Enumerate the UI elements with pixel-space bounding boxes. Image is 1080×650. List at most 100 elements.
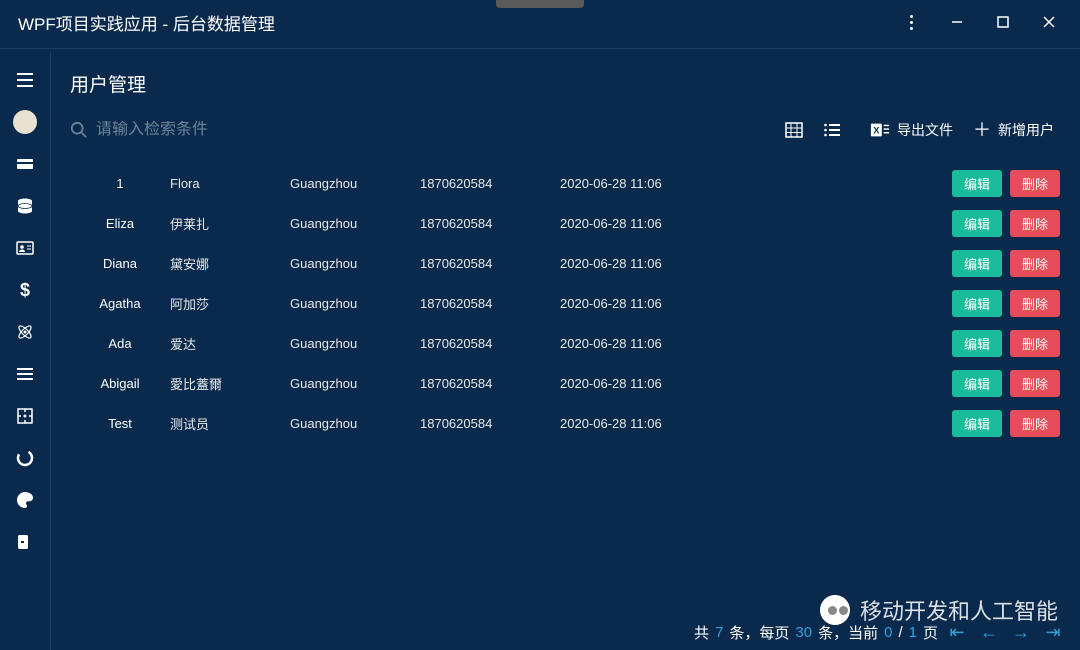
pagination: 共 7 条，每页 30 条，当前 0 / 1 页 ⇤ ← → ⇥: [694, 620, 1066, 644]
cell-name: 测试员: [170, 414, 290, 433]
pager-next-icon[interactable]: →: [1008, 620, 1034, 644]
dollar-icon[interactable]: $: [13, 278, 37, 302]
table-view-icon[interactable]: [780, 117, 808, 143]
pager-total: 7: [715, 624, 723, 641]
cell-city: Guangzhou: [290, 336, 420, 351]
maximize-button[interactable]: [980, 0, 1026, 44]
cell-city: Guangzhou: [290, 416, 420, 431]
cell-phone: 1870620584: [420, 336, 560, 351]
edit-button[interactable]: 编辑: [952, 170, 1002, 197]
pager-text-prefix: 共: [694, 622, 709, 643]
cell-id: 1: [70, 176, 170, 191]
cell-date: 2020-06-28 11:06: [560, 336, 730, 351]
user-table: 1 Flora Guangzhou 1870620584 2020-06-28 …: [50, 157, 1080, 443]
database-icon[interactable]: [13, 194, 37, 218]
table-row: Test 测试员 Guangzhou 1870620584 2020-06-28…: [70, 403, 1060, 443]
delete-button[interactable]: 删除: [1010, 370, 1060, 397]
svg-text:$: $: [20, 280, 30, 300]
table-row: Ada 爱达 Guangzhou 1870620584 2020-06-28 1…: [70, 323, 1060, 363]
export-label: 导出文件: [897, 120, 953, 140]
add-user-button[interactable]: ＋ 新增用户: [967, 117, 1060, 143]
pager-text-slash: /: [898, 624, 902, 641]
svg-text:X: X: [873, 126, 879, 136]
top-window-tab: [496, 0, 584, 8]
cell-id: Eliza: [70, 216, 170, 231]
logout-icon[interactable]: [13, 530, 37, 554]
cell-phone: 1870620584: [420, 296, 560, 311]
pager-first-icon[interactable]: ⇤: [944, 620, 970, 644]
page-title: 用户管理: [70, 70, 1060, 97]
palette-icon[interactable]: [13, 488, 37, 512]
cell-date: 2020-06-28 11:06: [560, 376, 730, 391]
cell-id: Test: [70, 416, 170, 431]
target-icon[interactable]: [13, 404, 37, 428]
edit-button[interactable]: 编辑: [952, 210, 1002, 237]
main-content: 用户管理 X 导出文件 ＋ 新增用户 1 Flora Guangzhou 187…: [50, 52, 1080, 650]
edit-button[interactable]: 编辑: [952, 330, 1002, 357]
table-row: Agatha 阿加莎 Guangzhou 1870620584 2020-06-…: [70, 283, 1060, 323]
minimize-button[interactable]: [934, 0, 980, 44]
cell-phone: 1870620584: [420, 176, 560, 191]
card-icon[interactable]: [13, 152, 37, 176]
cell-id: Agatha: [70, 296, 170, 311]
list-view-icon[interactable]: [818, 117, 846, 143]
cell-date: 2020-06-28 11:06: [560, 256, 730, 271]
delete-button[interactable]: 删除: [1010, 410, 1060, 437]
cell-city: Guangzhou: [290, 296, 420, 311]
cell-name: 黛安娜: [170, 254, 290, 273]
table-row: Abigail 愛比蓋爾 Guangzhou 1870620584 2020-0…: [70, 363, 1060, 403]
add-user-label: 新增用户: [998, 120, 1054, 140]
pager-current: 0: [884, 624, 892, 641]
cell-id: Abigail: [70, 376, 170, 391]
table-row: 1 Flora Guangzhou 1870620584 2020-06-28 …: [70, 163, 1060, 203]
cell-phone: 1870620584: [420, 216, 560, 231]
cell-id: Ada: [70, 336, 170, 351]
window-title: WPF项目实践应用 - 后台数据管理: [18, 10, 275, 35]
pager-prev-icon[interactable]: ←: [976, 620, 1002, 644]
cell-name: 伊莱扎: [170, 214, 290, 233]
edit-button[interactable]: 编辑: [952, 250, 1002, 277]
cell-city: Guangzhou: [290, 376, 420, 391]
id-card-icon[interactable]: [13, 236, 37, 260]
delete-button[interactable]: 删除: [1010, 210, 1060, 237]
cell-name: 阿加莎: [170, 294, 290, 313]
edit-button[interactable]: 编辑: [952, 410, 1002, 437]
avatar-icon[interactable]: [13, 110, 37, 134]
pager-pages: 1: [909, 624, 917, 641]
search-icon: [70, 121, 88, 139]
search-box[interactable]: [70, 121, 296, 139]
menu-icon[interactable]: [13, 68, 37, 92]
cell-phone: 1870620584: [420, 376, 560, 391]
delete-button[interactable]: 删除: [1010, 330, 1060, 357]
cell-city: Guangzhou: [290, 216, 420, 231]
progress-icon[interactable]: [13, 446, 37, 470]
cell-name: Flora: [170, 176, 290, 191]
sidebar: $: [0, 52, 50, 650]
search-input[interactable]: [96, 121, 296, 139]
edit-button[interactable]: 编辑: [952, 290, 1002, 317]
pager-last-icon[interactable]: ⇥: [1040, 620, 1066, 644]
export-button[interactable]: X 导出文件: [864, 117, 959, 143]
list-icon[interactable]: [13, 362, 37, 386]
cell-phone: 1870620584: [420, 416, 560, 431]
table-row: Eliza 伊莱扎 Guangzhou 1870620584 2020-06-2…: [70, 203, 1060, 243]
cell-date: 2020-06-28 11:06: [560, 296, 730, 311]
excel-icon: X: [870, 121, 890, 139]
cell-id: Diana: [70, 256, 170, 271]
pager-text-1: 条，每页: [729, 622, 789, 643]
pager-text-2: 条，当前: [818, 622, 878, 643]
atom-icon[interactable]: [13, 320, 37, 344]
cell-date: 2020-06-28 11:06: [560, 216, 730, 231]
cell-name: 爱达: [170, 334, 290, 353]
close-button[interactable]: [1026, 0, 1072, 44]
cell-city: Guangzhou: [290, 256, 420, 271]
delete-button[interactable]: 删除: [1010, 250, 1060, 277]
delete-button[interactable]: 删除: [1010, 170, 1060, 197]
toolbar: X 导出文件 ＋ 新增用户: [50, 107, 1080, 157]
edit-button[interactable]: 编辑: [952, 370, 1002, 397]
delete-button[interactable]: 删除: [1010, 290, 1060, 317]
cell-name: 愛比蓋爾: [170, 374, 290, 393]
plus-icon: ＋: [973, 121, 991, 139]
more-icon[interactable]: [888, 0, 934, 44]
cell-phone: 1870620584: [420, 256, 560, 271]
